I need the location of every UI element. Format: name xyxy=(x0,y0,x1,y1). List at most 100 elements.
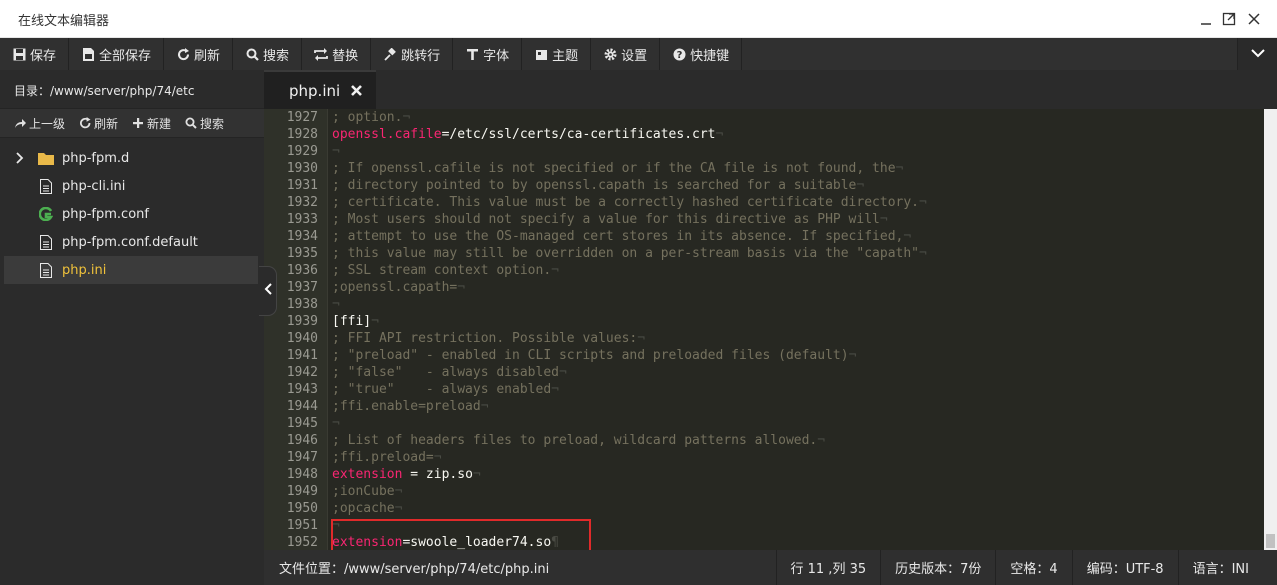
maximize-icon[interactable] xyxy=(1218,8,1240,30)
code-line[interactable]: 1936; SSL stream context option.¬ xyxy=(264,262,1264,279)
settings-button[interactable]: 设置 xyxy=(591,38,661,70)
parent-dir-button[interactable]: 上一级 xyxy=(14,115,65,132)
tree-item-php-fpm-d[interactable]: php-fpm.d xyxy=(4,144,258,172)
search-button[interactable]: 搜索 xyxy=(233,38,303,70)
replace-button[interactable]: 替换 xyxy=(302,38,372,70)
line-text: ; "preload" - enabled in CLI scripts and… xyxy=(332,347,856,364)
line-number: 1932 xyxy=(286,195,318,210)
tree-item-label: php-fpm.conf.default xyxy=(62,234,198,250)
save-all-label: 全部保存 xyxy=(99,48,152,64)
code-token: ;openssl.capath= xyxy=(332,280,458,295)
line-text: ; option.¬ xyxy=(332,109,410,126)
sidebar-refresh-button[interactable]: 刷新 xyxy=(79,115,118,132)
code-token: ¬ xyxy=(551,263,559,278)
code-token: ¬ xyxy=(715,127,724,142)
tree-item-php-ini[interactable]: php.ini xyxy=(4,256,258,284)
sidebar-search-button[interactable]: 搜索 xyxy=(185,115,224,132)
new-file-button[interactable]: 新建 xyxy=(132,115,171,132)
code-line[interactable]: 1941 ; "preload" - enabled in CLI scripts… xyxy=(264,347,1264,364)
code-line[interactable]: 1934 ; attempt to use the OS-managed cert… xyxy=(264,228,1264,245)
code-line[interactable]: 1944 ;ffi.enable=preload¬ xyxy=(264,398,1264,415)
line-text: ; SSL stream context option.¬ xyxy=(332,262,559,279)
line-text: ¬ xyxy=(332,143,340,160)
tree-item-label: php.ini xyxy=(62,262,107,278)
code-line[interactable]: 1947 ;ffi.preload=¬ xyxy=(264,449,1264,466)
code-line[interactable]: 1938 ¬ xyxy=(264,296,1264,313)
language-setting[interactable]: 语言：INI xyxy=(1177,550,1277,585)
code-token: ¬ xyxy=(332,144,340,159)
code-line[interactable]: 1931 ; directory pointed to by openssl.ca… xyxy=(264,177,1264,194)
code-line[interactable]: 1942 ; "false" - always disabled¬ xyxy=(264,364,1264,381)
code-token: ; certificate. This value must be a corr… xyxy=(332,195,919,210)
config-file-icon xyxy=(38,206,54,222)
code-token: ¬ xyxy=(919,246,927,261)
code-line[interactable]: 1939 [ffi]¬ xyxy=(264,313,1264,330)
code-line[interactable]: 1932 ; certificate. This value must be a … xyxy=(264,194,1264,211)
indent-setting[interactable]: 空格：4 xyxy=(995,550,1071,585)
chevron-right-icon[interactable] xyxy=(16,152,24,168)
sidebar-collapse-handle[interactable] xyxy=(259,266,277,316)
code-line[interactable]: 1928 openssl.cafile=/etc/ssl/certs/ca-cer… xyxy=(264,126,1264,143)
close-tab-icon[interactable] xyxy=(350,84,363,97)
code-line[interactable]: 1945 ¬ xyxy=(264,415,1264,432)
line-number: 1940 xyxy=(286,331,318,346)
code-line[interactable]: 1950 ;opcache¬ xyxy=(264,500,1264,517)
help-icon: ? xyxy=(672,47,686,61)
minimize-icon[interactable] xyxy=(1195,8,1217,30)
code-line[interactable]: 1946 ; List of headers files to preload, … xyxy=(264,432,1264,449)
code-line[interactable]: 1935 ; this value may still be overridden… xyxy=(264,245,1264,262)
refresh-button[interactable]: 刷新 xyxy=(164,38,234,70)
code-line[interactable]: 1940 ; FFI API restriction. Possible valu… xyxy=(264,330,1264,347)
code-token: ¬ xyxy=(551,382,559,397)
theme-button[interactable]: 主题 xyxy=(522,38,592,70)
code-editor[interactable]: 1927; option.¬ 1928 openssl.cafile=/etc/ss… xyxy=(264,109,1264,550)
line-text: ;openssl.capath=¬ xyxy=(332,279,465,296)
code-line[interactable]: 1929 ¬ xyxy=(264,143,1264,160)
file-location: 文件位置：/www/server/php/74/etc/php.ini xyxy=(279,562,550,577)
line-number: 1939 xyxy=(286,314,318,329)
line-number: 1948 xyxy=(286,467,318,482)
tab-php-ini[interactable]: php.ini xyxy=(264,70,376,109)
code-line[interactable]: 1933 ; Most users should not specify a va… xyxy=(264,211,1264,228)
refresh-label: 刷新 xyxy=(194,48,221,64)
tree-item-php-fpm-conf[interactable]: php-fpm.conf xyxy=(4,200,258,228)
close-icon[interactable] xyxy=(1243,8,1265,30)
shortcuts-button[interactable]: ? 快捷键 xyxy=(660,38,743,70)
font-button[interactable]: 字体 xyxy=(453,38,523,70)
code-line[interactable]: 1948 extension = zip.so¬ xyxy=(264,466,1264,483)
save-button[interactable]: 保存 xyxy=(0,38,70,70)
save-all-button[interactable]: 全部保存 xyxy=(69,38,165,70)
search-icon xyxy=(245,47,259,61)
line-number: 1930 xyxy=(286,161,318,176)
encoding-setting[interactable]: 编码：UTF-8 xyxy=(1071,550,1178,585)
code-line[interactable]: 1930 ; If openssl.cafile is not specified… xyxy=(264,160,1264,177)
line-text: ; List of headers files to preload, wild… xyxy=(332,432,825,449)
scrollbar-thumb[interactable] xyxy=(1266,534,1275,548)
vertical-scrollbar[interactable] xyxy=(1264,109,1277,550)
tree-item-php-fpm-conf-default[interactable]: php-fpm.conf.default xyxy=(4,228,258,256)
sidebar-search-label: 搜索 xyxy=(200,116,225,131)
code-line[interactable]: 1943 ; "true" - always enabled¬ xyxy=(264,381,1264,398)
share-icon xyxy=(14,118,26,129)
code-token: ; List of headers files to preload, wild… xyxy=(332,433,818,448)
tree-item-label: php-fpm.d xyxy=(62,150,130,166)
highlight-annotation xyxy=(331,519,591,550)
file-icon xyxy=(38,178,54,194)
tree-item-label: php-cli.ini xyxy=(62,178,126,194)
code-line[interactable]: 1937 ;openssl.capath=¬ xyxy=(264,279,1264,296)
code-line[interactable]: 1927 ; option.¬ xyxy=(264,109,1264,126)
tree-item-php-cli-ini[interactable]: php-cli.ini xyxy=(4,172,258,200)
line-text: ; attempt to use the OS-managed cert sto… xyxy=(332,228,911,245)
sidebar-toolbar: 上一级 刷新 新建 搜索 xyxy=(0,108,264,138)
toolbar-collapse-button[interactable] xyxy=(1237,38,1277,70)
line-number: 1935 xyxy=(286,246,318,261)
history-versions[interactable]: 历史版本：7份 xyxy=(880,550,995,585)
code-token: ¬ xyxy=(879,212,888,227)
code-token: ; "false" - always disabled xyxy=(332,365,559,380)
line-number: 1942 xyxy=(286,365,318,380)
code-token: ¬ xyxy=(332,297,340,312)
goto-line-button[interactable]: 跳转行 xyxy=(371,38,454,70)
code-line[interactable]: 1949 ;ionCube¬ xyxy=(264,483,1264,500)
replace-icon xyxy=(314,47,328,61)
code-token: ; "true" - always enabled xyxy=(332,382,552,397)
